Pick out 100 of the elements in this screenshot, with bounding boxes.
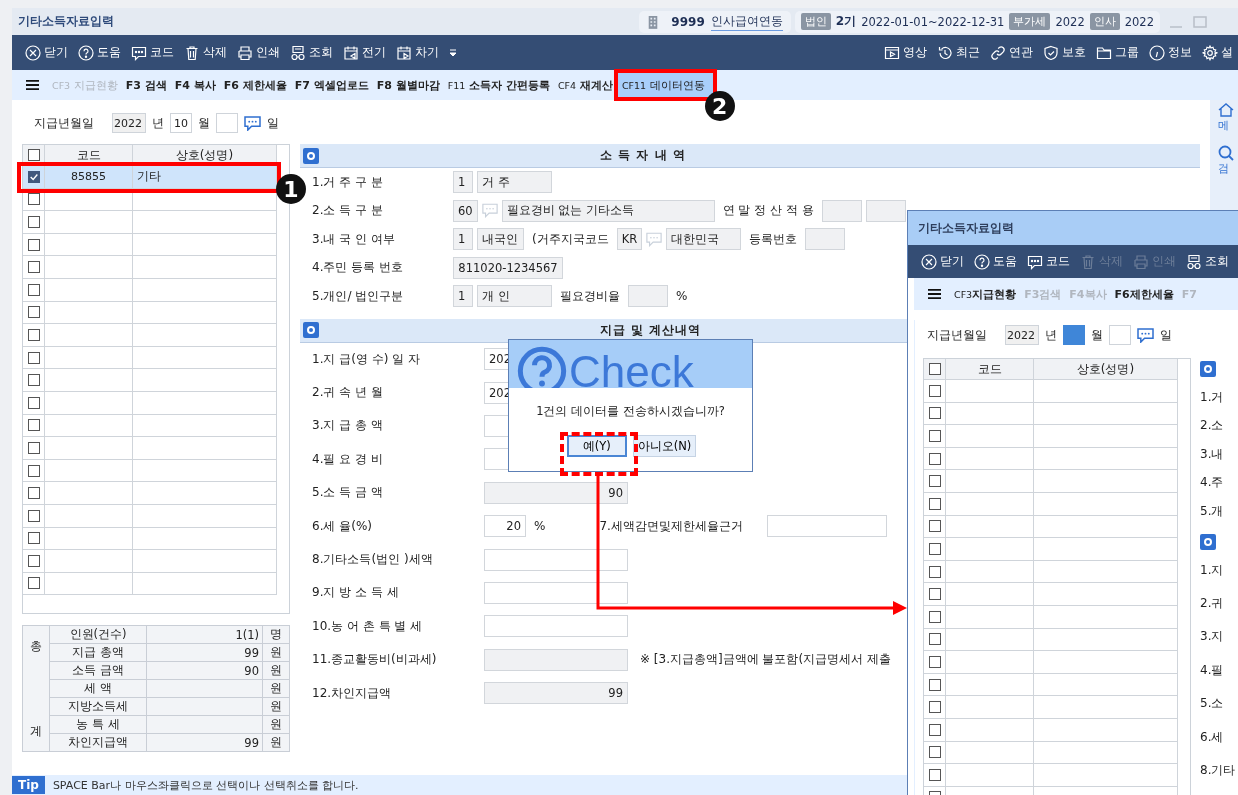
checkbox[interactable] [928, 452, 941, 465]
checkbox[interactable] [928, 363, 941, 375]
checkbox[interactable] [27, 464, 40, 477]
company-name[interactable]: 인사급여연동 [710, 12, 783, 31]
input-field[interactable]: 거 주 [477, 171, 552, 194]
checkbox[interactable] [928, 407, 941, 420]
checkbox[interactable] [27, 509, 40, 522]
checkbox[interactable] [928, 565, 941, 578]
toolbar-button[interactable]: 전기 [338, 44, 391, 61]
function-key-button[interactable]: CF4 재계산 [554, 73, 616, 97]
toolbar-button[interactable]: 그룹 [1091, 44, 1144, 61]
toolbar-button[interactable]: 보호 [1038, 44, 1091, 61]
checkbox[interactable] [27, 441, 40, 454]
checkbox[interactable] [928, 430, 941, 442]
checkbox[interactable] [27, 261, 40, 274]
checkbox[interactable] [928, 723, 941, 736]
section-toggle-icon[interactable] [303, 147, 319, 164]
toolbar-button[interactable]: 닫기 [916, 253, 969, 270]
month-field[interactable]: 10 [170, 113, 192, 133]
checkbox[interactable] [27, 396, 40, 409]
input-field[interactable] [766, 515, 887, 538]
input-field[interactable]: 대한민국 [666, 228, 742, 251]
toolbar-button[interactable]: 인쇄 [232, 44, 285, 61]
input-field[interactable]: 1 [453, 171, 473, 194]
checkbox[interactable] [27, 170, 40, 183]
input-field[interactable]: 내국인 [477, 228, 524, 251]
input-field[interactable] [865, 199, 906, 222]
input-field[interactable]: 60 [453, 199, 478, 222]
function-key-button[interactable]: F7 엑셀업로드 [291, 73, 372, 97]
toolbar-button[interactable]: 코드 [126, 44, 179, 61]
chat-bubble-icon[interactable] [244, 115, 261, 131]
toolbar-button[interactable]: 닫기 [20, 44, 73, 61]
year-field[interactable]: 2022 [1005, 325, 1039, 345]
menu-icon[interactable] [26, 79, 39, 91]
input-field[interactable] [484, 648, 628, 671]
toolbar-button[interactable]: 차기 [391, 44, 444, 61]
function-key-button[interactable]: F8 월별마감 [373, 73, 443, 97]
search-icon[interactable] [1218, 145, 1234, 161]
function-key-button[interactable]: F3 검색 [122, 73, 170, 97]
function-key-button[interactable]: F6제한세율 [1111, 282, 1177, 306]
checkbox[interactable] [27, 419, 40, 432]
checkbox[interactable] [928, 475, 941, 488]
input-field[interactable] [821, 199, 862, 222]
checkbox[interactable] [27, 193, 40, 206]
dialog-button[interactable]: 예(Y) [566, 435, 627, 457]
checkbox[interactable] [27, 216, 40, 228]
toolbar-button[interactable]: 조회 [1181, 253, 1234, 270]
year-field[interactable]: 2022 [112, 113, 146, 133]
day-field[interactable] [1109, 325, 1131, 345]
list-row[interactable]: 85855 기타 [23, 166, 277, 189]
section-toggle-icon[interactable] [1200, 361, 1216, 377]
chat-bubble-icon[interactable] [1137, 327, 1154, 343]
function-key-button[interactable]: F11 소득자 간편등록 [444, 73, 553, 97]
checkbox[interactable] [27, 577, 40, 590]
checkbox[interactable] [928, 678, 941, 691]
checkbox[interactable] [27, 532, 40, 545]
toolbar-button[interactable]: 정보 [1144, 44, 1197, 61]
side-label[interactable]: 검 [1218, 161, 1229, 176]
caret-icon[interactable] [448, 47, 458, 58]
section-toggle-icon[interactable] [303, 322, 319, 338]
input-field[interactable]: 개 인 [477, 285, 552, 308]
input-field[interactable]: 90 [484, 481, 628, 504]
checkbox[interactable] [928, 384, 941, 397]
checkbox[interactable] [928, 588, 941, 601]
input-field[interactable]: 1 [453, 285, 473, 308]
toolbar-button[interactable]: 도움 [73, 44, 126, 61]
checkbox[interactable] [27, 351, 40, 364]
toolbar-button[interactable]: 영상 [879, 44, 932, 61]
checkbox[interactable] [928, 610, 941, 623]
input-field[interactable]: 20 [484, 515, 526, 538]
checkbox[interactable] [928, 655, 941, 668]
input-field[interactable] [484, 548, 628, 571]
checkbox[interactable] [928, 768, 941, 781]
input-field[interactable] [484, 581, 628, 604]
input-field[interactable]: 99 [484, 682, 628, 705]
checkbox[interactable] [27, 149, 40, 161]
input-field[interactable]: 필요경비 없는 기타소득 [501, 199, 715, 222]
checkbox[interactable] [928, 542, 941, 555]
day-field[interactable] [216, 113, 238, 133]
toolbar-button[interactable]: 코드 [1022, 253, 1075, 270]
checkbox[interactable] [27, 306, 40, 319]
checkbox[interactable] [928, 633, 941, 646]
section-toggle-icon[interactable] [1200, 533, 1216, 550]
checkbox[interactable] [27, 238, 40, 251]
checkbox[interactable] [928, 497, 941, 510]
input-field[interactable]: KR [616, 228, 643, 251]
checkbox[interactable] [27, 328, 40, 341]
month-field[interactable] [1063, 325, 1085, 345]
menu-icon[interactable] [928, 288, 941, 300]
checkbox[interactable] [928, 701, 941, 714]
function-key-button[interactable]: CF3지급현황 [951, 282, 1020, 306]
input-field[interactable] [628, 285, 668, 308]
dialog-button[interactable]: 아니오(N) [632, 435, 697, 457]
input-field[interactable]: 811020-1234567 [453, 256, 563, 279]
checkbox[interactable] [27, 554, 40, 567]
input-field[interactable]: 1 [453, 228, 473, 251]
input-field[interactable] [805, 228, 846, 251]
toolbar-button[interactable]: 도움 [969, 253, 1022, 270]
function-key-button[interactable]: CF11 데이터연동 [617, 73, 713, 97]
toolbar-button[interactable]: 최근 [932, 44, 985, 61]
